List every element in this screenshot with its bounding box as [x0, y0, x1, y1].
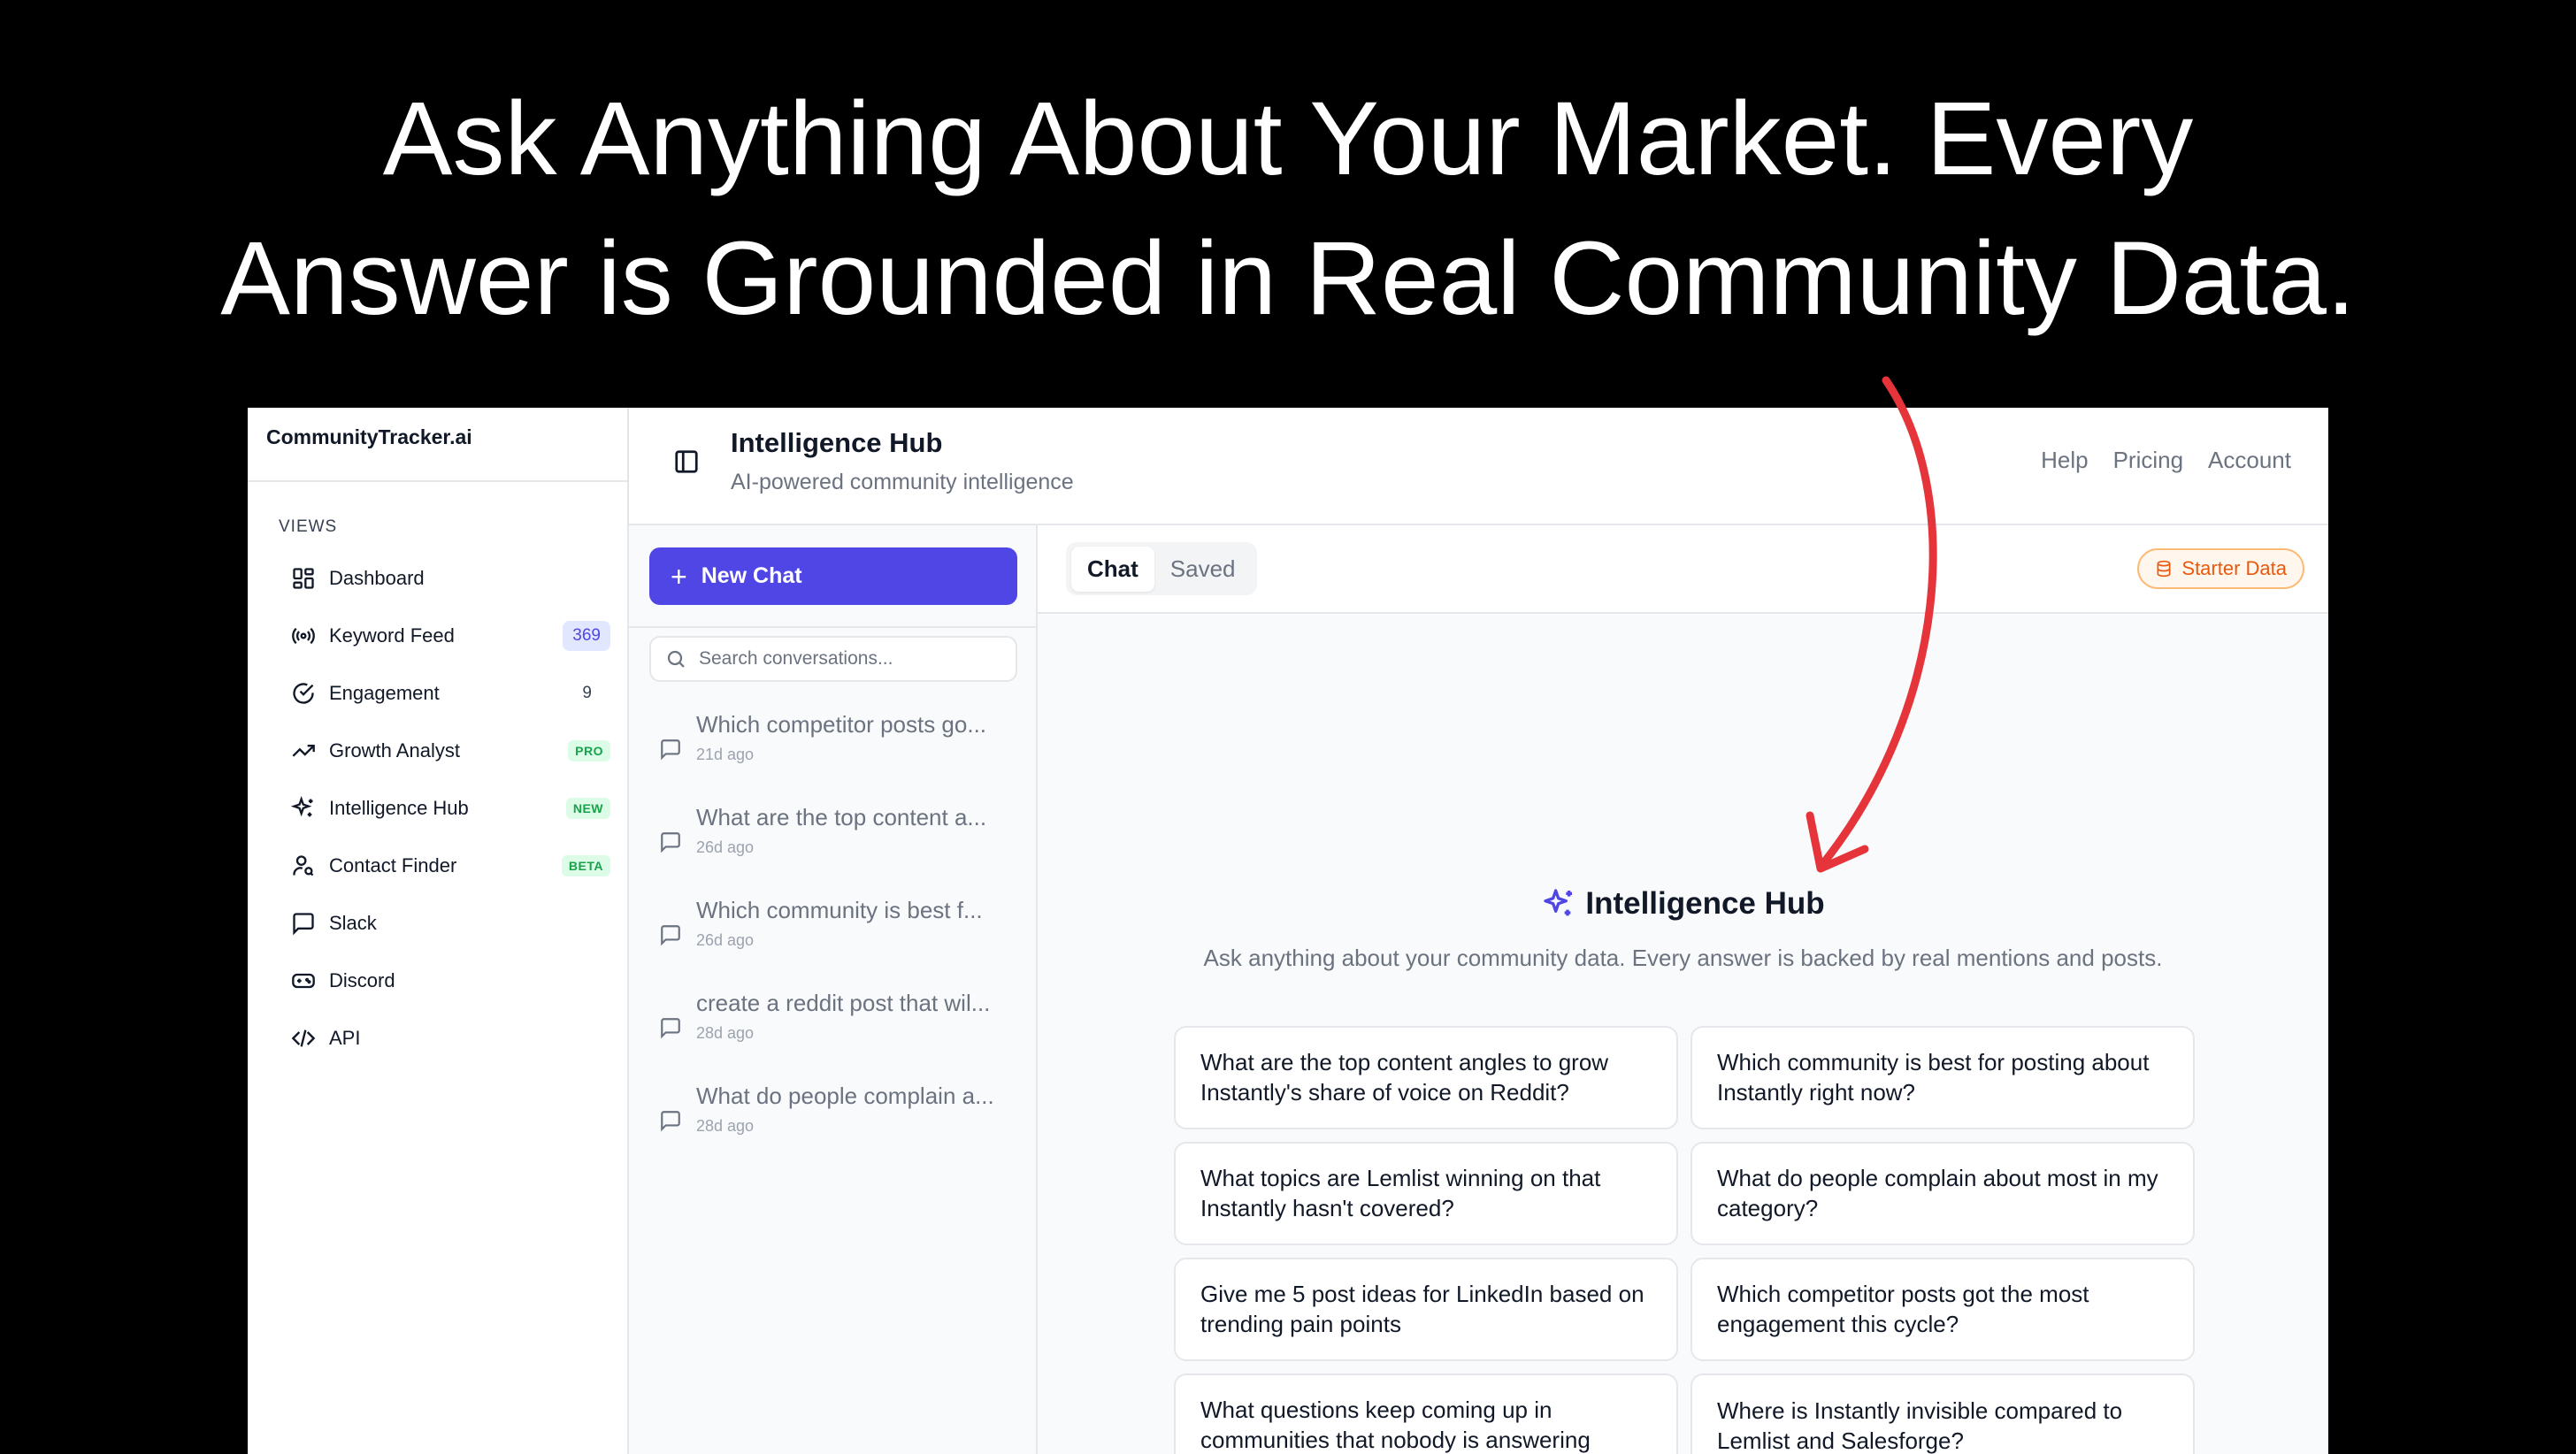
sidebar-item-slack[interactable]: Slack [274, 894, 610, 952]
engagement-count-badge: 9 [582, 683, 592, 702]
message-square-icon [659, 923, 682, 946]
conversation-item[interactable]: What are the top content a... 26d ago [629, 804, 1036, 897]
sidebar-toggle-icon[interactable] [673, 448, 700, 475]
suggestion-card[interactable]: Where is Instantly invisible compared to… [1690, 1374, 2195, 1454]
suggestion-card[interactable]: Which competitor posts got the most enga… [1690, 1258, 2195, 1361]
conversation-title: Which competitor posts go... [696, 711, 987, 738]
message-square-icon [290, 910, 317, 937]
conversation-list: Which competitor posts go... 21d ago Wha… [629, 711, 1036, 1175]
headline-line-1: Ask Anything About Your Market. Every [382, 80, 2194, 197]
pro-badge: PRO [568, 739, 610, 761]
conversation-title: What are the top content a... [696, 804, 987, 830]
beta-badge: BETA [561, 854, 610, 876]
starter-data-badge[interactable]: Starter Data [2137, 548, 2304, 589]
user-search-icon [290, 853, 317, 879]
sidebar-item-engagement[interactable]: Engagement 9 [274, 664, 610, 722]
message-square-icon [659, 738, 682, 761]
suggestion-card[interactable]: What topics are Lemlist winning on that … [1174, 1142, 1678, 1245]
pricing-link[interactable]: Pricing [2113, 447, 2183, 474]
sparkles-icon [290, 795, 317, 822]
hub-title: Intelligence Hub [1585, 886, 1825, 921]
sidebar-item-label: Engagement [329, 681, 440, 704]
conversation-time: 21d ago [696, 746, 755, 763]
app-window: CommunityTracker.ai VIEWS Dashboard Keyw… [248, 408, 2328, 1454]
topbar: Intelligence Hub AI-powered community in… [629, 408, 2328, 525]
sidebar-item-intelligence-hub[interactable]: Intelligence Hub NEW [274, 779, 610, 837]
brand-logo[interactable]: CommunityTracker.ai [248, 408, 627, 482]
sidebar-item-label: API [329, 1026, 361, 1049]
starter-data-label: Starter Data [2181, 557, 2287, 579]
conversation-title: Which community is best f... [696, 897, 983, 923]
sidebar-item-label: Discord [329, 968, 395, 991]
suggestion-card[interactable]: Which community is best for posting abou… [1690, 1026, 2195, 1129]
conversation-time: 26d ago [696, 931, 755, 949]
message-square-icon [659, 1109, 682, 1132]
conversation-item[interactable]: Which community is best f... 26d ago [629, 897, 1036, 990]
sidebar-item-contact-finder[interactable]: Contact Finder BETA [274, 837, 610, 894]
sidebar-item-label: Keyword Feed [329, 624, 455, 647]
broadcast-icon [290, 623, 317, 649]
code-icon [290, 1025, 317, 1052]
sidebar-item-discord[interactable]: Discord [274, 952, 610, 1009]
sparkles-icon [1544, 889, 1573, 916]
views-section-label: VIEWS [279, 517, 338, 536]
sidebar-item-label: Slack [329, 911, 377, 934]
conversation-title: create a reddit post that wil... [696, 990, 991, 1016]
account-link[interactable]: Account [2208, 447, 2291, 474]
suggestion-grid: What are the top content angles to grow … [1174, 1026, 2195, 1454]
top-links: Help Pricing Account [2041, 447, 2291, 474]
tab-chat[interactable]: Chat [1071, 546, 1154, 592]
check-circle-icon [290, 680, 317, 707]
help-link[interactable]: Help [2041, 447, 2088, 474]
suggestion-card[interactable]: What do people complain about most in my… [1690, 1142, 2195, 1245]
divider [629, 626, 1036, 628]
sidebar-item-growth-analyst[interactable]: Growth Analyst PRO [274, 722, 610, 779]
suggestion-card[interactable]: Give me 5 post ideas for LinkedIn based … [1174, 1258, 1678, 1361]
sidebar-item-keyword-feed[interactable]: Keyword Feed 369 [274, 607, 610, 664]
hub-heading: Intelligence Hub [1038, 886, 2328, 922]
suggestion-card[interactable]: What are the top content angles to grow … [1174, 1026, 1678, 1129]
trending-up-icon [290, 738, 317, 764]
sidebar-item-label: Contact Finder [329, 853, 457, 876]
sidebar-item-label: Dashboard [329, 566, 425, 589]
search-icon [667, 650, 685, 668]
new-chat-label: New Chat [701, 563, 802, 588]
new-chat-button[interactable]: + New Chat [649, 547, 1017, 605]
dashboard-icon [290, 565, 317, 592]
conversation-time: 28d ago [696, 1117, 755, 1135]
headline: Ask Anything About Your Market. Every An… [0, 69, 2576, 348]
message-square-icon [659, 1016, 682, 1039]
hub-description: Ask anything about your community data. … [1203, 945, 2163, 971]
sidebar: CommunityTracker.ai VIEWS Dashboard Keyw… [248, 408, 629, 1454]
suggestion-card[interactable]: What questions keep coming up in communi… [1174, 1374, 1678, 1454]
conversation-time: 26d ago [696, 838, 755, 856]
chat-main: Chat Saved Starter Data Intelligence Hub… [1038, 525, 2328, 1454]
sidebar-item-label: Intelligence Hub [329, 796, 469, 819]
gamepad-icon [290, 968, 317, 994]
tab-saved[interactable]: Saved [1154, 547, 1252, 592]
conversation-search[interactable] [649, 636, 1017, 682]
conversation-item[interactable]: create a reddit post that wil... 28d ago [629, 990, 1036, 1083]
conversation-panel: + New Chat Which competitor posts go... … [629, 525, 1038, 1454]
chat-tabs: Chat Saved [1066, 542, 1257, 595]
plus-icon: + [671, 560, 687, 593]
message-square-icon [659, 830, 682, 853]
conversation-item[interactable]: What do people complain a... 28d ago [629, 1083, 1036, 1175]
conversation-time: 28d ago [696, 1024, 755, 1042]
sidebar-item-dashboard[interactable]: Dashboard [274, 549, 610, 607]
database-icon [2157, 560, 2171, 578]
conversation-item[interactable]: Which competitor posts go... 21d ago [629, 711, 1036, 804]
keyword-count-badge: 369 [563, 620, 610, 651]
page-subtitle: AI-powered community intelligence [731, 470, 1074, 494]
chat-header: Chat Saved Starter Data [1038, 525, 2328, 614]
search-input[interactable] [699, 648, 1000, 670]
conversation-title: What do people complain a... [696, 1083, 994, 1109]
headline-line-2: Answer is Grounded in Real Community Dat… [220, 220, 2356, 337]
new-badge: NEW [565, 797, 610, 819]
page-title: Intelligence Hub [731, 427, 943, 458]
sidebar-nav: Dashboard Keyword Feed 369 Engagement 9 [274, 549, 610, 1067]
sidebar-item-api[interactable]: API [274, 1009, 610, 1067]
sidebar-item-label: Growth Analyst [329, 738, 460, 761]
